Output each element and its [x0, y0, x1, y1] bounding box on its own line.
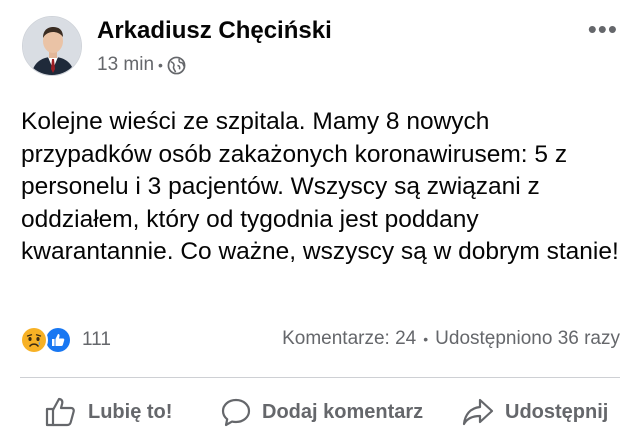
shares-count[interactable]: Udostępniono 36 razy: [435, 328, 620, 350]
globe-icon[interactable]: [167, 56, 186, 75]
thumbs-up-icon: [45, 397, 75, 427]
comment-button[interactable]: Dodaj komentarz: [220, 390, 423, 434]
comments-count[interactable]: Komentarze: 24: [282, 328, 416, 350]
stats-separator: •: [423, 331, 429, 347]
comment-bubble-icon: [221, 398, 251, 427]
post-time[interactable]: 13 min: [97, 54, 154, 76]
meta-separator: •: [158, 57, 163, 73]
post-text: Kolejne wieści ze szpitala. Mamy 8 nowyc…: [21, 108, 619, 265]
author-avatar[interactable]: [22, 16, 82, 76]
divider: [20, 377, 620, 378]
reaction-icons: [20, 326, 78, 354]
author-name[interactable]: Arkadiusz Chęciński: [97, 17, 332, 45]
facebook-post: Arkadiusz Chęciński 13 min • ••• Kolejne…: [0, 0, 640, 443]
share-button[interactable]: Udostępnij: [461, 390, 608, 434]
share-arrow-icon: [462, 398, 494, 426]
sad-reaction-icon: [20, 326, 48, 354]
like-reaction-icon: [44, 326, 72, 354]
post-actions: Lubię to! Dodaj komentarz Udostępnij: [0, 390, 640, 434]
post-meta: 13 min •: [97, 54, 186, 76]
reaction-count: 111: [82, 329, 111, 350]
comment-button-label: Dodaj komentarz: [262, 400, 424, 423]
reactions-summary[interactable]: 111: [20, 326, 111, 354]
share-button-label: Udostępnij: [505, 400, 609, 423]
like-button[interactable]: Lubię to!: [44, 390, 172, 434]
avatar-portrait-icon: [23, 17, 81, 75]
more-options-icon[interactable]: •••: [588, 14, 618, 45]
like-button-label: Lubię to!: [88, 400, 173, 423]
engagement-stats: Komentarze: 24 • Udostępniono 36 razy: [282, 328, 620, 350]
